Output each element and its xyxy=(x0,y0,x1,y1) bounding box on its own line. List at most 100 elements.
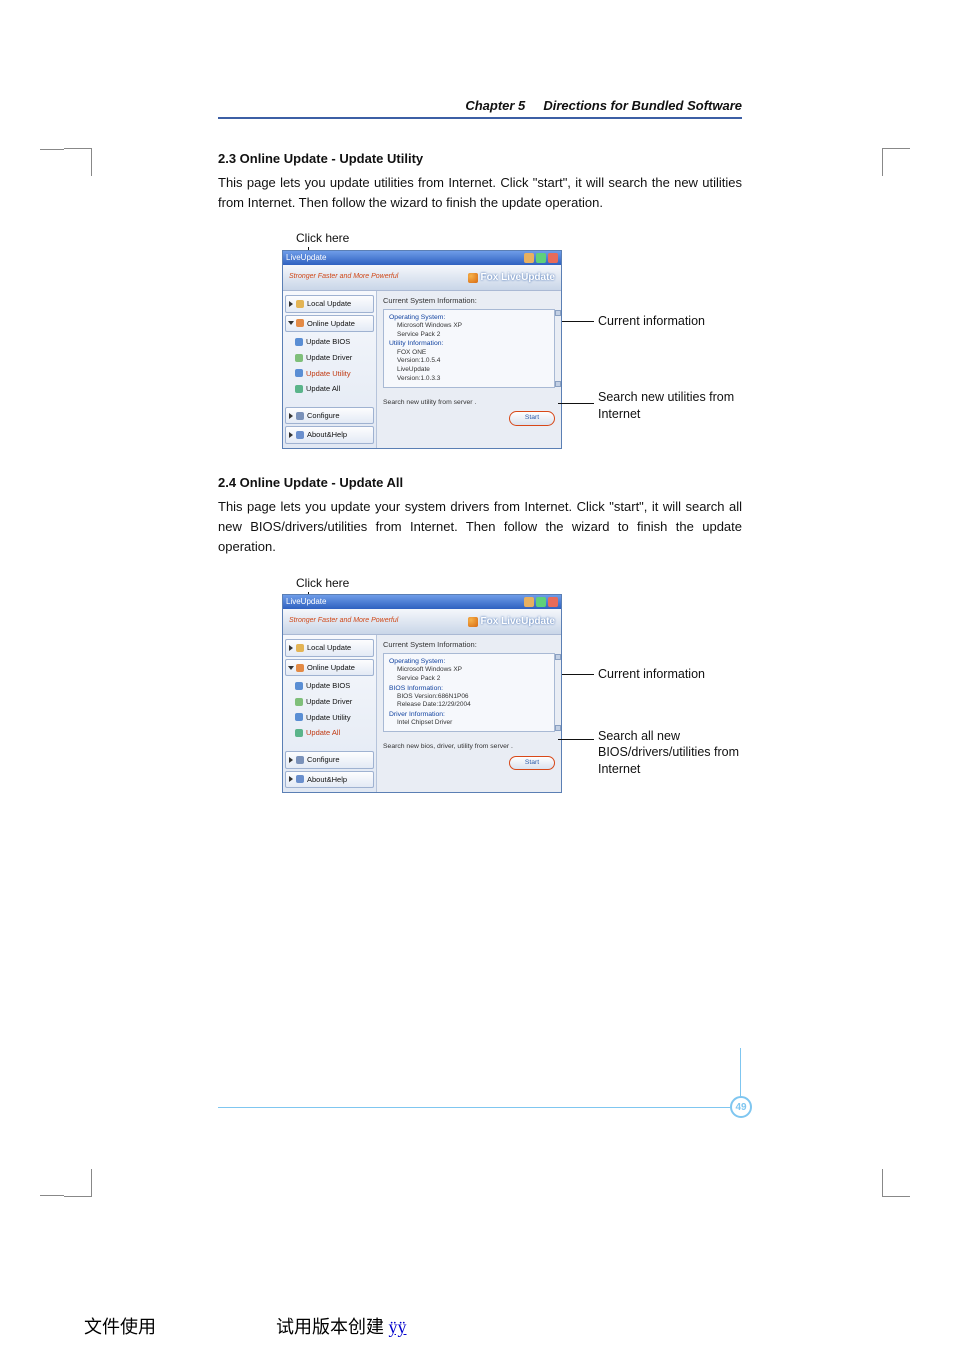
figure-24: Click here LiveUpdate Stronger Faster an… xyxy=(218,574,742,794)
sidebar-item-update-utility[interactable]: Update Utility xyxy=(285,366,374,382)
sidebar-item-configure[interactable]: Configure xyxy=(285,407,374,425)
help-icon xyxy=(296,431,304,439)
fox-icon xyxy=(468,617,478,627)
callout-current-info: Current information xyxy=(598,666,705,683)
start-button[interactable]: Start xyxy=(509,411,555,426)
start-button[interactable]: Start xyxy=(509,756,555,771)
sidebar-item-online-update[interactable]: Online Update xyxy=(285,315,374,333)
page-number: 49 xyxy=(730,1096,752,1118)
close-icon[interactable] xyxy=(548,253,558,263)
chevron-right-icon xyxy=(289,413,293,419)
chip-icon xyxy=(295,682,303,690)
liveupdate-window: LiveUpdate Stronger Faster and More Powe… xyxy=(282,594,562,793)
sidebar-item-about-help[interactable]: About&Help xyxy=(285,771,374,789)
info-box: Operating System: Microsoft Windows XP S… xyxy=(383,653,555,732)
main-panel: Current System Information: Operating Sy… xyxy=(377,635,561,792)
main-panel: Current System Information: Operating Sy… xyxy=(377,291,561,448)
crop-mark-tl xyxy=(64,148,92,176)
callout-current-info: Current information xyxy=(598,313,705,330)
info-box: Operating System: Microsoft Windows XP S… xyxy=(383,309,555,388)
chevron-down-icon xyxy=(288,321,294,325)
chevron-down-icon xyxy=(288,666,294,670)
sidebar-item-update-driver[interactable]: Update Driver xyxy=(285,694,374,710)
earth-icon xyxy=(295,729,303,737)
footer-link[interactable]: ÿÿ xyxy=(389,1317,407,1337)
sidebar-item-configure[interactable]: Configure xyxy=(285,751,374,769)
sidebar-item-about-help[interactable]: About&Help xyxy=(285,426,374,444)
sidebar-item-local-update[interactable]: Local Update xyxy=(285,639,374,657)
liveupdate-window: LiveUpdate Stronger Faster and More Powe… xyxy=(282,250,562,449)
maximize-icon[interactable] xyxy=(536,253,546,263)
section-24-heading: 2.4 Online Update - Update All xyxy=(218,473,742,493)
maximize-icon[interactable] xyxy=(536,597,546,607)
leader-line xyxy=(562,321,594,322)
sidebar-item-update-all[interactable]: Update All xyxy=(285,725,374,741)
section-23-body: This page lets you update utilities from… xyxy=(218,173,742,213)
search-label: Search new utility from server . xyxy=(383,399,476,406)
earth-icon xyxy=(295,385,303,393)
folder-icon xyxy=(296,300,304,308)
sidebar-item-local-update[interactable]: Local Update xyxy=(285,295,374,313)
footer-mid: 试用版本创建 xyxy=(276,1317,384,1337)
tagline: Stronger Faster and More Powerful xyxy=(289,272,398,283)
globe-icon xyxy=(296,664,304,672)
window-title: LiveUpdate xyxy=(286,596,326,608)
callout-search-utilities: Search new utilities from Internet xyxy=(598,389,748,423)
minimize-icon[interactable] xyxy=(524,597,534,607)
footer-left: 文件使用 xyxy=(84,1313,156,1339)
brand-strip: Stronger Faster and More Powerful Fox Li… xyxy=(283,265,561,291)
chapter-title: Directions for Bundled Software xyxy=(543,98,742,113)
brand-name: Fox LiveUpdate xyxy=(481,270,555,286)
section-24-body: This page lets you update your system dr… xyxy=(218,497,742,557)
leader-line xyxy=(562,674,594,675)
figure-23: Click here LiveUpdate Stronger Faster an… xyxy=(218,229,742,449)
click-here-label: Click here xyxy=(296,574,742,593)
utility-icon xyxy=(295,369,303,377)
sidebar-item-online-update[interactable]: Online Update xyxy=(285,659,374,677)
search-label: Search new bios, driver, utility from se… xyxy=(383,743,513,750)
help-icon xyxy=(296,775,304,783)
driver-icon xyxy=(295,698,303,706)
chevron-right-icon xyxy=(289,301,293,307)
globe-icon xyxy=(296,319,304,327)
brand-name: Fox LiveUpdate xyxy=(481,614,555,630)
chapter-label: Chapter 5 xyxy=(465,98,525,113)
panel-header: Current System Information: xyxy=(383,639,555,651)
crop-mark-bl xyxy=(64,1169,92,1197)
footer-line xyxy=(218,1107,730,1108)
sidebar: Local Update Online Update Update BIOS U… xyxy=(283,291,377,448)
sidebar: Local Update Online Update Update BIOS U… xyxy=(283,635,377,792)
chevron-right-icon xyxy=(289,645,293,651)
titlebar: LiveUpdate xyxy=(283,251,561,265)
panel-header: Current System Information: xyxy=(383,295,555,307)
driver-icon xyxy=(295,354,303,362)
sidebar-item-update-bios[interactable]: Update BIOS xyxy=(285,334,374,350)
sidebar-item-update-all[interactable]: Update All xyxy=(285,381,374,397)
sidebar-item-update-utility[interactable]: Update Utility xyxy=(285,710,374,726)
leader-line xyxy=(558,739,594,740)
folder-icon xyxy=(296,644,304,652)
chevron-right-icon xyxy=(289,432,293,438)
sidebar-item-update-bios[interactable]: Update BIOS xyxy=(285,678,374,694)
crop-mark-br xyxy=(882,1169,910,1197)
minimize-icon[interactable] xyxy=(524,253,534,263)
chevron-right-icon xyxy=(289,776,293,782)
scroll-down-icon[interactable] xyxy=(555,381,561,387)
gear-icon xyxy=(296,756,304,764)
crop-mark-tr xyxy=(882,148,910,176)
gear-icon xyxy=(296,412,304,420)
leader-line xyxy=(558,403,594,404)
fox-icon xyxy=(468,273,478,283)
scroll-down-icon[interactable] xyxy=(555,725,561,731)
window-title: LiveUpdate xyxy=(286,252,326,264)
section-23-heading: 2.3 Online Update - Update Utility xyxy=(218,149,742,169)
scroll-up-icon[interactable] xyxy=(555,654,561,660)
chevron-right-icon xyxy=(289,757,293,763)
click-here-label: Click here xyxy=(296,229,742,248)
page-header: Chapter 5 Directions for Bundled Softwar… xyxy=(218,98,742,119)
sidebar-item-update-driver[interactable]: Update Driver xyxy=(285,350,374,366)
scroll-up-icon[interactable] xyxy=(555,310,561,316)
pdf-footer: 文件使用 试用版本创建 ÿÿ xyxy=(84,1313,407,1339)
close-icon[interactable] xyxy=(548,597,558,607)
callout-search-all: Search all new BIOS/drivers/utilities fr… xyxy=(598,728,758,779)
